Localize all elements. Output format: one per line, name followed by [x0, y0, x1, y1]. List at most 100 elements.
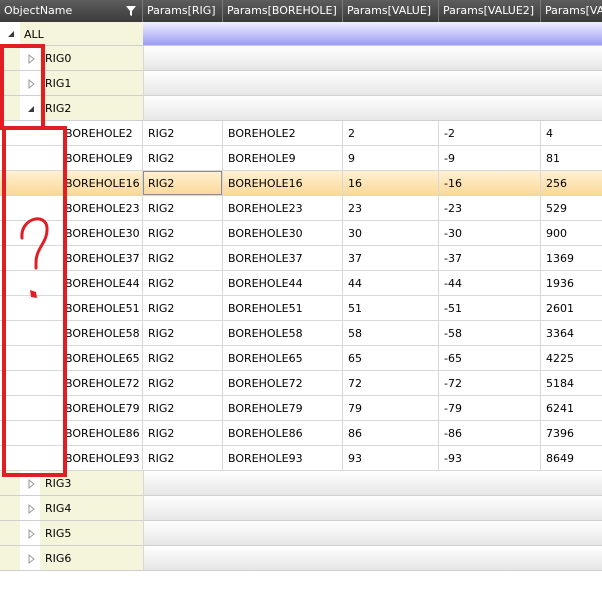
cell-rig[interactable]: RIG2 [143, 221, 223, 246]
cell-value3[interactable]: 8649 [541, 446, 602, 471]
expand-arrow-icon[interactable] [26, 503, 36, 515]
expand-arrow-icon[interactable] [26, 553, 36, 565]
cell-rig[interactable]: RIG2 [143, 396, 223, 421]
cell-value3[interactable]: 1369 [541, 246, 602, 271]
cell-name[interactable]: BOREHOLE44 [60, 271, 143, 296]
cell-rig[interactable]: RIG2 [143, 271, 223, 296]
column-header-borehole[interactable]: Params[BOREHOLE] [223, 0, 343, 22]
cell-name[interactable]: BOREHOLE79 [60, 396, 143, 421]
table-row[interactable]: BOREHOLE44 RIG2 BOREHOLE44 44 -44 1936 [0, 271, 602, 296]
group-row[interactable]: RIG1 [0, 71, 602, 96]
column-header-value3[interactable]: Params[VALUE [541, 0, 602, 22]
cell-value2[interactable]: -93 [439, 446, 541, 471]
cell-borehole[interactable]: BOREHOLE30 [223, 221, 343, 246]
cell-borehole[interactable]: BOREHOLE16 [223, 171, 343, 196]
table-row[interactable]: BOREHOLE93 RIG2 BOREHOLE93 93 -93 8649 [0, 446, 602, 471]
cell-name[interactable]: BOREHOLE23 [60, 196, 143, 221]
cell-rig[interactable]: RIG2 [143, 346, 223, 371]
group-row[interactable]: RIG5 [0, 521, 602, 546]
cell-value3[interactable]: 256 [541, 171, 602, 196]
cell-value3[interactable]: 5184 [541, 371, 602, 396]
cell-value[interactable]: 9 [343, 146, 439, 171]
cell-value3[interactable]: 4 [541, 121, 602, 146]
cell-value3[interactable]: 900 [541, 221, 602, 246]
cell-rig[interactable]: RIG2 [143, 321, 223, 346]
cell-value3[interactable]: 529 [541, 196, 602, 221]
cell-value2[interactable]: -9 [439, 146, 541, 171]
cell-value3[interactable]: 3364 [541, 321, 602, 346]
cell-value2[interactable]: -51 [439, 296, 541, 321]
cell-value[interactable]: 16 [343, 171, 439, 196]
cell-borehole[interactable]: BOREHOLE79 [223, 396, 343, 421]
cell-value2[interactable]: -44 [439, 271, 541, 296]
cell-name[interactable]: BOREHOLE65 [60, 346, 143, 371]
cell-name[interactable]: BOREHOLE93 [60, 446, 143, 471]
cell-value[interactable]: 37 [343, 246, 439, 271]
cell-name[interactable]: BOREHOLE72 [60, 371, 143, 396]
cell-value[interactable]: 23 [343, 196, 439, 221]
cell-value[interactable]: 65 [343, 346, 439, 371]
group-row[interactable]: RIG2 [0, 96, 602, 121]
cell-value3[interactable]: 7396 [541, 421, 602, 446]
cell-name[interactable]: BOREHOLE86 [60, 421, 143, 446]
cell-borehole[interactable]: BOREHOLE93 [223, 446, 343, 471]
cell-borehole[interactable]: BOREHOLE58 [223, 321, 343, 346]
column-header-rig[interactable]: Params[RIG] [143, 0, 223, 22]
cell-rig[interactable]: RIG2 [143, 246, 223, 271]
table-row[interactable]: BOREHOLE37 RIG2 BOREHOLE37 37 -37 1369 [0, 246, 602, 271]
cell-borehole[interactable]: BOREHOLE9 [223, 146, 343, 171]
cell-borehole[interactable]: BOREHOLE72 [223, 371, 343, 396]
cell-borehole[interactable]: BOREHOLE23 [223, 196, 343, 221]
group-row[interactable]: RIG4 [0, 496, 602, 521]
cell-name[interactable]: BOREHOLE37 [60, 246, 143, 271]
cell-value3[interactable]: 81 [541, 146, 602, 171]
group-row[interactable]: RIG6 [0, 546, 602, 571]
column-header-objectname[interactable]: ObjectName [0, 0, 143, 22]
cell-value[interactable]: 58 [343, 321, 439, 346]
cell-borehole[interactable]: BOREHOLE2 [223, 121, 343, 146]
table-row[interactable]: BOREHOLE65 RIG2 BOREHOLE65 65 -65 4225 [0, 346, 602, 371]
cell-name[interactable]: BOREHOLE30 [60, 221, 143, 246]
cell-value3[interactable]: 2601 [541, 296, 602, 321]
group-row[interactable]: RIG3 [0, 471, 602, 496]
cell-rig[interactable]: RIG2 [143, 121, 223, 146]
table-row[interactable]: BOREHOLE86 RIG2 BOREHOLE86 86 -86 7396 [0, 421, 602, 446]
cell-value3[interactable]: 1936 [541, 271, 602, 296]
cell-name[interactable]: BOREHOLE58 [60, 321, 143, 346]
cell-value[interactable]: 72 [343, 371, 439, 396]
cell-value2[interactable]: -65 [439, 346, 541, 371]
table-row[interactable]: BOREHOLE16 RIG2 BOREHOLE16 16 -16 256 [0, 171, 602, 196]
cell-value2[interactable]: -16 [439, 171, 541, 196]
cell-rig[interactable]: RIG2 [143, 171, 223, 196]
cell-name[interactable]: BOREHOLE16 [60, 171, 143, 196]
cell-rig[interactable]: RIG2 [143, 446, 223, 471]
cell-value2[interactable]: -2 [439, 121, 541, 146]
table-row[interactable]: BOREHOLE23 RIG2 BOREHOLE23 23 -23 529 [0, 196, 602, 221]
cell-rig[interactable]: RIG2 [143, 146, 223, 171]
table-row[interactable]: BOREHOLE9 RIG2 BOREHOLE9 9 -9 81 [0, 146, 602, 171]
cell-value2[interactable]: -79 [439, 396, 541, 421]
cell-rig[interactable]: RIG2 [143, 421, 223, 446]
cell-name[interactable]: BOREHOLE9 [60, 146, 143, 171]
cell-value2[interactable]: -58 [439, 321, 541, 346]
table-row[interactable]: BOREHOLE51 RIG2 BOREHOLE51 51 -51 2601 [0, 296, 602, 321]
cell-rig[interactable]: RIG2 [143, 196, 223, 221]
cell-name[interactable]: BOREHOLE2 [60, 121, 143, 146]
column-header-value2[interactable]: Params[VALUE2] [439, 0, 541, 22]
cell-value[interactable]: 44 [343, 271, 439, 296]
cell-value3[interactable]: 6241 [541, 396, 602, 421]
cell-name[interactable]: BOREHOLE51 [60, 296, 143, 321]
cell-value[interactable]: 79 [343, 396, 439, 421]
tree-root-row[interactable]: ALL [0, 22, 602, 46]
cell-rig[interactable]: RIG2 [143, 371, 223, 396]
cell-value[interactable]: 93 [343, 446, 439, 471]
table-row[interactable]: BOREHOLE30 RIG2 BOREHOLE30 30 -30 900 [0, 221, 602, 246]
cell-value2[interactable]: -30 [439, 221, 541, 246]
column-header-value[interactable]: Params[VALUE] [343, 0, 439, 22]
cell-rig[interactable]: RIG2 [143, 296, 223, 321]
group-row[interactable]: RIG0 [0, 46, 602, 71]
cell-value2[interactable]: -23 [439, 196, 541, 221]
cell-borehole[interactable]: BOREHOLE37 [223, 246, 343, 271]
cell-borehole[interactable]: BOREHOLE51 [223, 296, 343, 321]
cell-value2[interactable]: -86 [439, 421, 541, 446]
